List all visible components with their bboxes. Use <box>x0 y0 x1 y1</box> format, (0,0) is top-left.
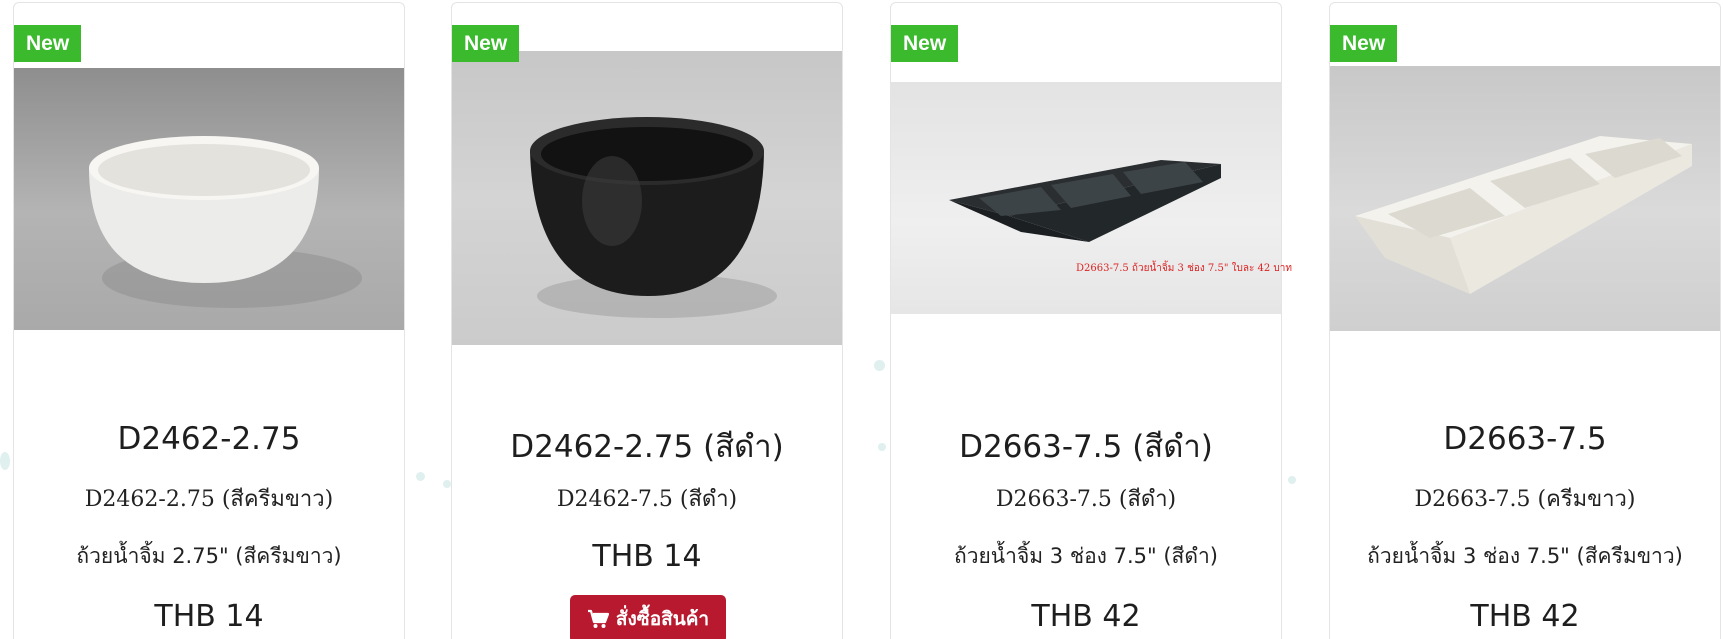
product-title[interactable]: D2663-7.5 <box>1330 421 1720 457</box>
product-image[interactable] <box>14 68 404 330</box>
product-description: ถ้วยน้ำจิ้ม 2.75" (สีครีมขาว) <box>76 544 342 568</box>
product-card[interactable]: New D2663-7.5 D2663-7.5 (ครีมขาว) ถ้วยน้… <box>1329 2 1721 639</box>
product-sku: D2663-7.5 (สีดำ) <box>995 487 1177 512</box>
background-dot <box>0 452 10 470</box>
new-badge: New <box>452 25 520 62</box>
product-title[interactable]: D2462-2.75 <box>14 421 404 457</box>
background-dot <box>874 360 885 371</box>
product-price: THB 14 <box>592 539 702 574</box>
product-price: THB 14 <box>154 599 264 634</box>
product-description: ถ้วยน้ำจิ้ม 3 ช่อง 7.5" (สีดำ) <box>954 544 1218 568</box>
product-title[interactable]: D2462-2.75 (สีดำ) <box>452 421 842 471</box>
product-card[interactable]: New D2663-7.5 ถ้วยน้ำจิ้ม 3 ช่อง 7.5" ใบ… <box>890 2 1292 639</box>
product-price: THB 42 <box>1470 599 1580 634</box>
new-badge: New <box>1330 25 1398 62</box>
product-sku: D2663-7.5 (ครีมขาว) <box>1414 487 1636 512</box>
background-dot <box>1288 476 1296 484</box>
order-button[interactable]: สั่งซื้อสินค้า <box>570 595 726 639</box>
new-badge: New <box>14 25 82 62</box>
product-description: ถ้วยน้ำจิ้ม 3 ช่อง 7.5" (สีครีมขาว) <box>1367 544 1683 568</box>
new-badge: New <box>891 25 959 62</box>
product-card[interactable]: New D2462-2.75 (สีดำ) D2462-7.5 (สีดำ) T… <box>451 2 843 639</box>
product-price: THB 42 <box>1031 599 1141 634</box>
order-button-label: สั่งซื้อสินค้า <box>615 608 710 630</box>
background-dot <box>416 472 425 481</box>
image-caption: D2663-7.5 ถ้วยน้ำจิ้ม 3 ช่อง 7.5" ใบละ 4… <box>1076 263 1292 274</box>
product-image[interactable] <box>1330 66 1720 331</box>
product-title[interactable]: D2663-7.5 (สีดำ) <box>891 421 1281 471</box>
product-card[interactable]: New D2462-2.75 D2462-2.75 (สีครีมขาว) ถ้… <box>13 2 405 639</box>
product-image[interactable] <box>452 51 842 345</box>
product-image[interactable] <box>891 82 1281 314</box>
product-sku: D2462-7.5 (สีดำ) <box>556 487 738 512</box>
cart-icon <box>587 609 609 628</box>
background-dot <box>878 443 886 451</box>
background-dot <box>443 480 451 488</box>
product-sku: D2462-2.75 (สีครีมขาว) <box>84 487 334 512</box>
